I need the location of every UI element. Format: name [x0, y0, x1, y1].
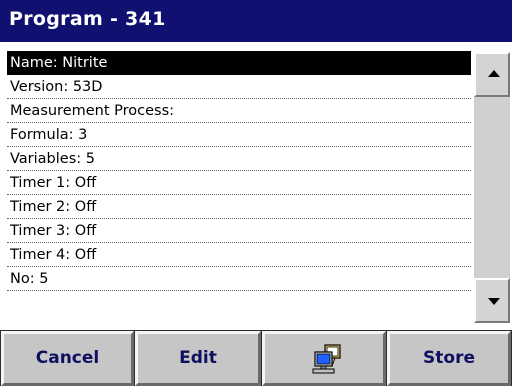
bottom-toolbar: Cancel Edit Store [0, 330, 512, 386]
list-item-variables[interactable]: Variables: 5 [7, 147, 471, 171]
list-item-no[interactable]: No: 5 [7, 267, 471, 291]
list-item-timer-3[interactable]: Timer 3: Off [7, 219, 471, 243]
program-info-list: Name: Nitrite Version: 53D Measurement P… [7, 51, 471, 323]
list-item-name[interactable]: Name: Nitrite [7, 51, 471, 75]
scroll-down-button[interactable] [474, 278, 510, 323]
arrow-down-icon [488, 298, 500, 305]
list-item-formula[interactable]: Formula: 3 [7, 123, 471, 147]
list-item-timer-4[interactable]: Timer 4: Off [7, 243, 471, 267]
pc-connect-button[interactable] [262, 331, 386, 386]
list-item-measurement-process[interactable]: Measurement Process: [7, 99, 471, 123]
program-window: Program - 341 Name: Nitrite Version: 53D… [0, 0, 512, 386]
arrow-up-icon [488, 70, 500, 77]
title-bar: Program - 341 [0, 0, 512, 42]
scroll-track[interactable] [474, 97, 510, 278]
scroll-up-button[interactable] [474, 52, 510, 97]
list-item-version[interactable]: Version: 53D [7, 75, 471, 99]
list-item-timer-2[interactable]: Timer 2: Off [7, 195, 471, 219]
edit-button[interactable]: Edit [135, 331, 261, 386]
cancel-button[interactable]: Cancel [1, 331, 134, 386]
computer-icon [312, 344, 341, 374]
window-title: Program - 341 [9, 8, 166, 30]
list-item-timer-1[interactable]: Timer 1: Off [7, 171, 471, 195]
store-button[interactable]: Store [387, 331, 511, 386]
vertical-scrollbar[interactable] [474, 52, 510, 323]
